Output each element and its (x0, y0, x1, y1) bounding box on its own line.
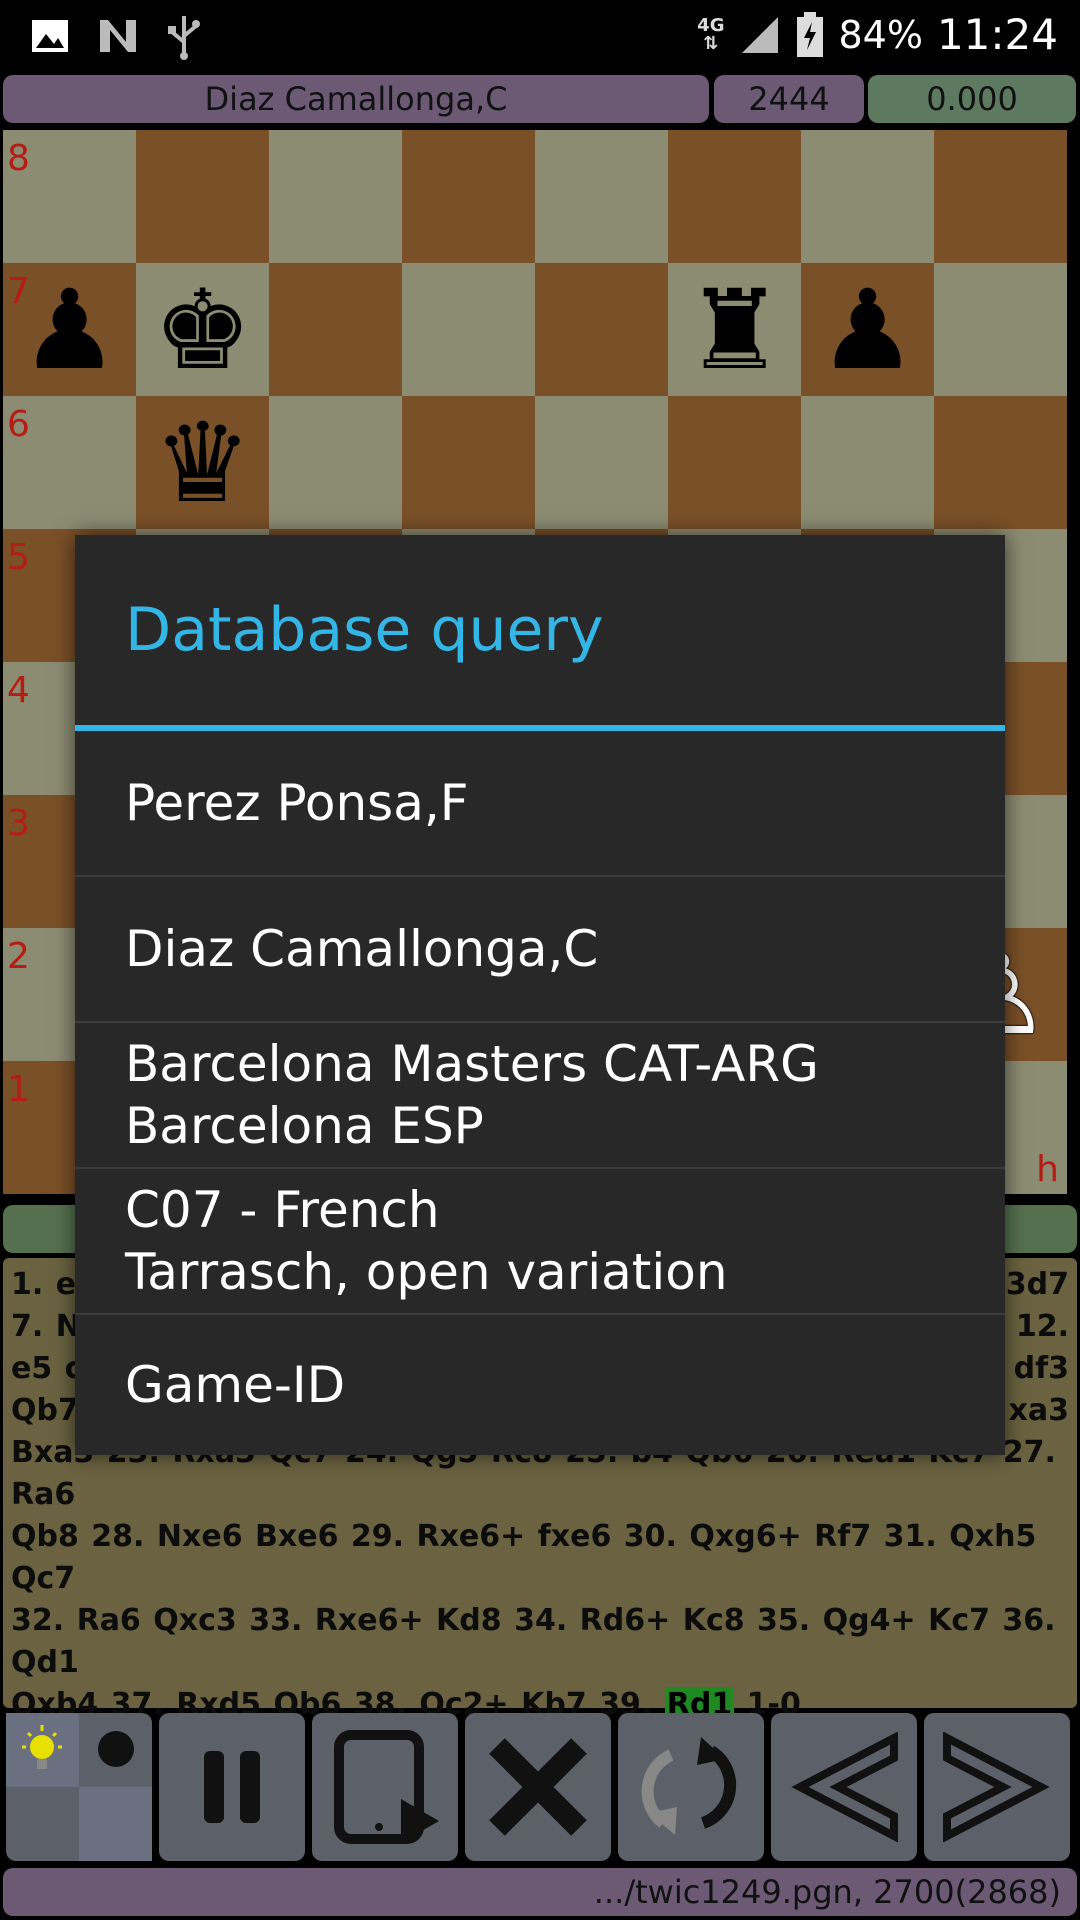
square-h8[interactable] (934, 130, 1067, 263)
battery-percent: 84% (838, 12, 923, 57)
signal-icon (742, 16, 779, 53)
database-query-dialog: Database query Perez Ponsa,F Diaz Camall… (75, 535, 1005, 1455)
lightbulb-icon (6, 1713, 152, 1861)
black-pawn-a7[interactable]: ♟ (3, 263, 136, 396)
rank-label: 8 (7, 138, 30, 179)
pause-icon (204, 1751, 260, 1823)
status-bar: 4G ⇅ 84% 11:24 (0, 0, 1080, 72)
square-b8[interactable] (136, 130, 269, 263)
back-button[interactable] (771, 1713, 917, 1861)
move-line: 32. Ra6 Qxc3 33. Rxe6+ Kd8 34. Rd6+ Kc8 … (11, 1603, 1056, 1680)
square-d6[interactable] (402, 396, 535, 529)
status-right: 4G ⇅ 84% 11:24 (697, 10, 1058, 59)
dialog-title: Database query (125, 595, 604, 665)
battery-charging-icon (797, 11, 824, 57)
tablet-play-icon (334, 1730, 439, 1844)
close-icon (489, 1738, 587, 1836)
player-name[interactable]: Diaz Camallonga,C (3, 75, 709, 123)
rank-label: 2 (7, 936, 30, 977)
mode-button[interactable] (6, 1713, 152, 1861)
dialog-item-event[interactable]: Barcelona Masters CAT-ARG Barcelona ESP (75, 1023, 1005, 1169)
black-pawn-g7[interactable]: ♟ (801, 263, 934, 396)
square-a8[interactable]: 8 (3, 130, 136, 263)
player-elo: 2444 (714, 75, 864, 123)
rank-label: 6 (7, 404, 30, 445)
square-e6[interactable] (535, 396, 668, 529)
square-e8[interactable] (535, 130, 668, 263)
rotate-icon (641, 1737, 737, 1835)
square-g7[interactable]: ♟ (801, 263, 934, 396)
tablet-play-button[interactable] (312, 1713, 458, 1861)
network-icon: 4G ⇅ (697, 14, 725, 54)
square-f6[interactable] (668, 396, 801, 529)
square-f7[interactable]: ♜ (668, 263, 801, 396)
clock: 11:24 (936, 10, 1058, 59)
rank-label: 4 (7, 670, 30, 711)
square-e7[interactable] (535, 263, 668, 396)
image-icon (32, 20, 68, 52)
square-b7[interactable]: ♚ (136, 263, 269, 396)
black-queen-b6[interactable]: ♛ (136, 396, 269, 529)
square-h6[interactable] (934, 396, 1067, 529)
black-king-b7[interactable]: ♚ (136, 263, 269, 396)
rotate-button[interactable] (618, 1713, 764, 1861)
square-d8[interactable] (402, 130, 535, 263)
move-line: Qb8 28. Nxe6 Bxe6 29. Rxe6+ fxe6 30. Qxg… (11, 1519, 1037, 1596)
square-c6[interactable] (269, 396, 402, 529)
pause-button[interactable] (159, 1713, 305, 1861)
rank-label: 5 (7, 537, 30, 578)
square-d7[interactable] (402, 263, 535, 396)
dialog-item-game-id[interactable]: Game-ID (75, 1315, 1005, 1455)
engine-eval: 0.000 (868, 75, 1076, 123)
square-f8[interactable] (668, 130, 801, 263)
game-header: Diaz Camallonga,C 2444 0.000 (0, 75, 1080, 125)
square-c8[interactable] (269, 130, 402, 263)
chevron-left-icon (791, 1732, 898, 1842)
square-b6[interactable]: ♛ (136, 396, 269, 529)
square-a7[interactable]: 7 ♟ (3, 263, 136, 396)
square-h7[interactable] (934, 263, 1067, 396)
dialog-item-white-player[interactable]: Perez Ponsa,F (75, 731, 1005, 877)
rank-label: 1 (7, 1069, 30, 1110)
usb-icon (168, 16, 200, 60)
toolbar (0, 1713, 1080, 1863)
close-button[interactable] (465, 1713, 611, 1861)
black-rook-f7[interactable]: ♜ (668, 263, 801, 396)
square-g8[interactable] (801, 130, 934, 263)
dialog-item-black-player[interactable]: Diaz Camallonga,C (75, 877, 1005, 1023)
file-status: .../twic1249.pgn, 2700(2868) (3, 1868, 1077, 1916)
forward-button[interactable] (924, 1713, 1070, 1861)
square-a6[interactable]: 6 (3, 396, 136, 529)
square-c7[interactable] (269, 263, 402, 396)
n-icon (100, 20, 136, 52)
chevron-right-icon (943, 1732, 1050, 1842)
dialog-item-opening[interactable]: C07 - French Tarrasch, open variation (75, 1169, 1005, 1315)
square-g6[interactable] (801, 396, 934, 529)
status-left-icons (30, 12, 202, 60)
rank-label: 3 (7, 803, 30, 844)
file-label: h (1036, 1149, 1059, 1190)
